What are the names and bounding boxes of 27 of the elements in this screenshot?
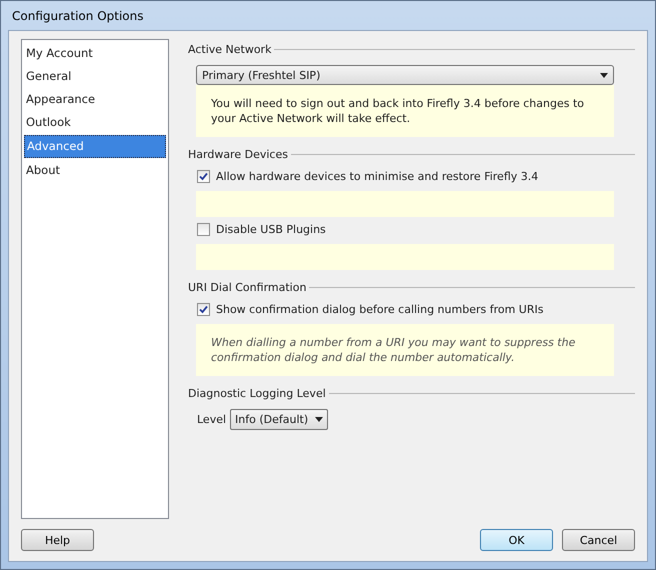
checkbox[interactable] xyxy=(197,223,210,236)
ok-button[interactable]: OK xyxy=(480,529,553,551)
section-title: Diagnostic Logging Level xyxy=(188,387,326,400)
caret-icon xyxy=(600,72,608,78)
section-title: Active Network xyxy=(188,43,272,56)
checkbox-label: Allow hardware devices to minimise and restore Firefly 3.4 xyxy=(216,170,538,183)
section-title: URI Dial Confirmation xyxy=(188,281,306,294)
section-title: Hardware Devices xyxy=(188,148,288,161)
network-dropdown[interactable]: Primary (Freshtel SIP) xyxy=(196,65,614,85)
help-button[interactable]: Help xyxy=(21,529,94,551)
checkbox-label: Show confirmation dialog before calling numbers from URIs xyxy=(216,303,544,316)
checkbox-label: Disable USB Plugins xyxy=(216,223,326,236)
note-text: You will need to sign out and back into Firefly 3.4 before changes to your Active Network will take effect. xyxy=(211,96,585,126)
sidebar-item[interactable]: Advanced xyxy=(24,135,166,158)
cancel-button[interactable]: Cancel xyxy=(562,529,635,551)
checkbox[interactable] xyxy=(197,303,210,316)
caret-icon xyxy=(315,417,324,422)
sidebar-item[interactable]: Appearance xyxy=(24,88,166,111)
level-dropdown[interactable]: Info (Default) xyxy=(230,409,328,430)
window-title: Configuration Options xyxy=(12,8,144,22)
sidebar-item[interactable]: My Account xyxy=(24,42,166,65)
sidebar-item[interactable]: General xyxy=(24,65,166,88)
sidebar-item[interactable]: Outlook xyxy=(24,111,166,134)
note-text: When dialling a number from a URI you may want to suppress the confirmation dialog and dial the number automatically. xyxy=(211,335,576,365)
level-label: Level xyxy=(197,413,226,426)
checkbox[interactable] xyxy=(197,170,210,183)
sidebar-item[interactable]: About xyxy=(24,159,166,182)
